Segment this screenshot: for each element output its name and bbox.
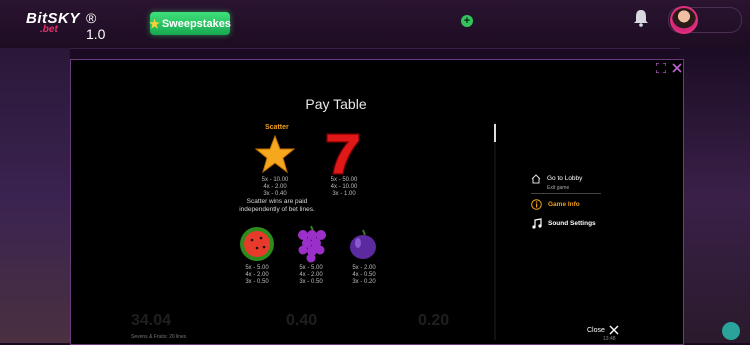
top-bar: BitSKY .bet ® 1.0 ★ Sweepstakes + — [0, 0, 750, 49]
menu-divider — [531, 193, 601, 194]
pay-line: 5x - 50.00 — [330, 177, 358, 183]
grapes-paytable: 5x - 5.00 4x - 2.00 3x - 0.50 — [286, 265, 336, 286]
pay-line: 4x - 2.00 — [263, 184, 287, 190]
clock-time: 13:48 — [603, 336, 616, 342]
site-logo[interactable]: BitSKY .bet ® 1.0 — [26, 10, 105, 42]
pay-table: Scatter 5x - 10.00 4x - 2.00 3x - 0.40 S… — [231, 120, 491, 344]
close-icon — [609, 325, 619, 335]
plum-symbol-icon — [350, 229, 376, 259]
sweepstakes-label: Sweepstakes — [161, 17, 231, 30]
lobby-label: Go to Lobby — [547, 175, 583, 182]
info-icon — [531, 199, 542, 210]
watermelon-paytable: 5x - 5.00 4x - 2.00 3x - 0.50 — [232, 265, 282, 286]
game-info-label: Game Info — [548, 201, 580, 208]
lobby-sub-label: Exit game — [547, 185, 570, 191]
expand-icon[interactable] — [656, 63, 666, 73]
close-icon[interactable] — [671, 62, 683, 74]
scatter-label: Scatter — [265, 124, 289, 131]
menu-item-sound-settings[interactable]: Sound Settings — [531, 218, 596, 229]
sweepstakes-button[interactable]: ★ Sweepstakes — [149, 12, 231, 35]
pay-line: 5x - 2.00 — [352, 265, 376, 271]
logo-version: ® 1.0 — [86, 10, 106, 42]
menu-item-game-info[interactable]: Game Info — [531, 199, 580, 210]
grapes-symbol-icon — [298, 225, 326, 263]
music-note-icon — [532, 218, 542, 229]
seven-symbol-icon — [326, 133, 360, 175]
pay-line: 4x - 2.00 — [245, 272, 269, 278]
background-right — [680, 48, 750, 343]
bell-icon[interactable] — [633, 9, 649, 27]
logo-sub-text: .bet — [40, 24, 58, 35]
game-info-modal: 34.04 0.40 0.20 Pay Table Scatter 5x - 1… — [70, 59, 684, 345]
add-funds-button[interactable]: + — [461, 15, 473, 27]
scatter-note: Scatter wins are paid independently of b… — [239, 198, 315, 213]
star-paytable: 5x - 10.00 4x - 2.00 3x - 0.40 — [250, 177, 300, 198]
pay-line: 3x - 0.50 — [245, 279, 269, 285]
sound-settings-label: Sound Settings — [548, 220, 596, 227]
close-label: Close — [587, 326, 605, 334]
pay-line: 4x - 0.50 — [352, 272, 376, 278]
chat-support-icon[interactable] — [722, 322, 740, 340]
close-button[interactable]: Close — [587, 325, 619, 335]
menu-item-lobby[interactable]: Go to Lobby Exit game — [531, 167, 582, 191]
pay-line: 3x - 1.00 — [332, 191, 356, 197]
pay-line: 4x - 10.00 — [330, 184, 358, 190]
scrollbar-track[interactable] — [494, 122, 496, 340]
pay-line: 5x - 10.00 — [261, 177, 289, 183]
pay-line: 3x - 0.20 — [352, 279, 376, 285]
star-icon: ★ — [149, 16, 160, 31]
seven-paytable: 5x - 50.00 4x - 10.00 3x - 1.00 — [319, 177, 369, 198]
scrollbar-thumb[interactable] — [494, 124, 496, 142]
pay-table-title: Pay Table — [305, 96, 367, 112]
pay-line: 4x - 2.00 — [299, 272, 323, 278]
watermelon-symbol-icon — [240, 227, 274, 261]
avatar[interactable] — [670, 6, 698, 34]
pay-line: 3x - 0.40 — [263, 191, 287, 197]
pay-line: 5x - 5.00 — [245, 265, 269, 271]
balance-value: 34.04 — [131, 312, 172, 329]
pay-line: 3x - 0.50 — [299, 279, 323, 285]
pay-line: 5x - 5.00 — [299, 265, 323, 271]
background-left — [0, 48, 70, 343]
game-footer: Sevens & Fruits: 20 lines — [131, 334, 187, 340]
plum-paytable: 5x - 2.00 4x - 0.50 3x - 0.20 — [339, 265, 389, 286]
home-icon — [531, 174, 541, 184]
star-symbol-icon — [255, 134, 295, 174]
